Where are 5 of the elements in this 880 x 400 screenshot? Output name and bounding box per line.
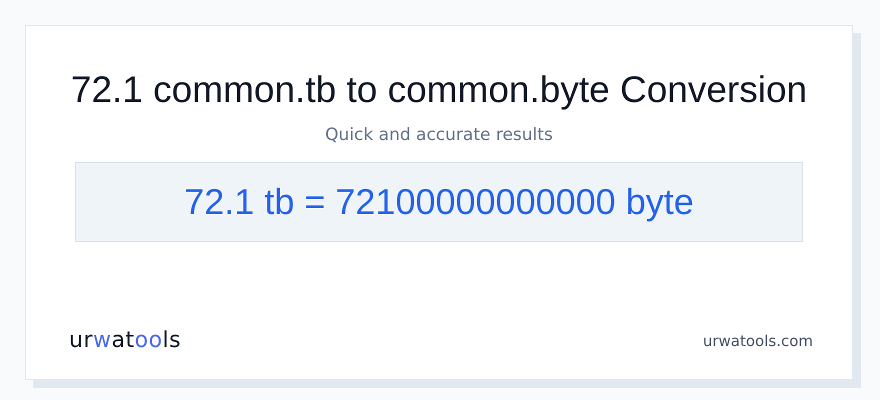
result-text: 72.1 tb = 72100000000000 byte [75, 162, 803, 242]
page-title: 72.1 common.tb to common.byte Conversion [70, 70, 808, 110]
site-link[interactable]: urwatools.com [702, 332, 813, 350]
logo: urwatools [69, 328, 182, 353]
subtitle: Quick and accurate results [325, 124, 553, 146]
